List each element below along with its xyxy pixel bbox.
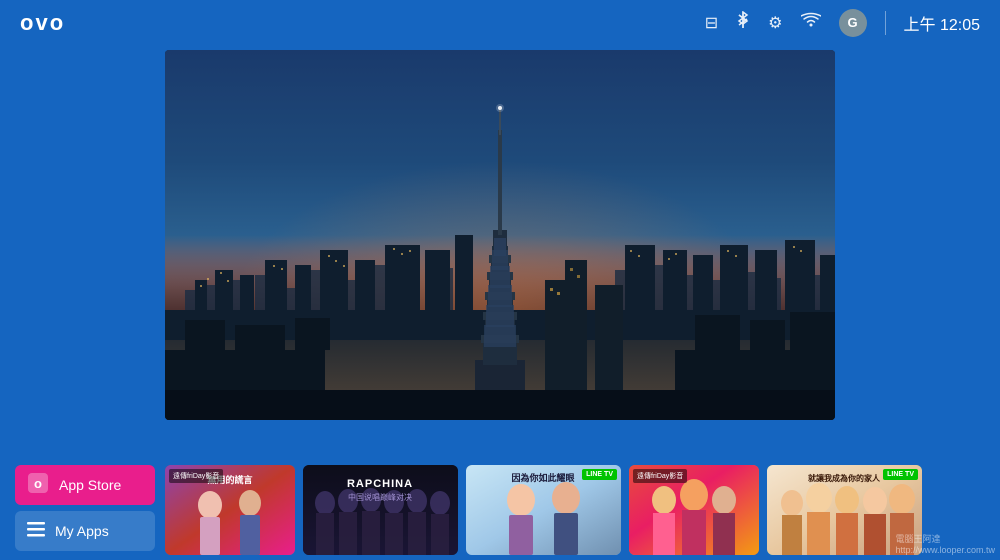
divider	[885, 11, 886, 35]
thumbnail-4[interactable]: 遠傳friDay影音	[629, 465, 759, 555]
thumbnail-1[interactable]: 無用的謊言 遠傳friDay影音	[165, 465, 295, 555]
thumbnail-3[interactable]: 因為你如此耀眼 LINE TV	[466, 465, 621, 555]
svg-text:o: o	[34, 476, 42, 491]
my-apps-button[interactable]: My Apps	[15, 511, 155, 551]
linetv-badge-5: LINE TV	[883, 469, 918, 480]
wifi-icon[interactable]	[801, 12, 821, 33]
user-avatar[interactable]: G	[839, 9, 867, 37]
bottom-bar: o App Store My Apps	[0, 460, 1000, 560]
video-frame	[165, 50, 835, 420]
ovo-logo: ovo	[20, 10, 65, 36]
bluetooth-icon[interactable]	[736, 11, 750, 34]
friday-badge-4: 遠傳friDay影音	[633, 469, 687, 483]
top-bar: ovo ⊟ ⚙ G 上午 12:05	[0, 0, 1000, 45]
main-video-player[interactable]	[165, 50, 835, 420]
svg-text:RAPCHINA: RAPCHINA	[347, 478, 413, 490]
hdmi-icon[interactable]: ⊟	[705, 13, 718, 33]
watermark: 電腦王阿達 http://www.looper.com.tw	[895, 532, 995, 555]
my-apps-icon	[27, 520, 45, 543]
svg-text:就讓我成為你的家人: 就讓我成為你的家人	[808, 473, 881, 483]
linetv-badge-3: LINE TV	[582, 469, 617, 480]
settings-icon[interactable]: ⚙	[768, 13, 782, 33]
content-thumbnails: 無用的謊言 遠傳friDay影音	[165, 465, 985, 555]
left-menu: o App Store My Apps	[15, 465, 155, 555]
svg-text:因為你如此耀眼: 因為你如此耀眼	[511, 472, 574, 483]
top-right-controls: ⊟ ⚙ G 上午 12:05	[705, 9, 980, 37]
app-store-label: App Store	[59, 477, 121, 493]
thumbnail-2[interactable]: RAPCHINA 中国说唱巅峰对决	[303, 465, 458, 555]
app-store-button[interactable]: o App Store	[15, 465, 155, 505]
my-apps-label: My Apps	[55, 523, 109, 539]
svg-text:中国说唱巅峰对决: 中国说唱巅峰对决	[348, 492, 412, 502]
friday-badge-1: 遠傳friDay影音	[169, 469, 223, 483]
time-display: 上午 12:05	[904, 11, 981, 35]
app-store-icon: o	[27, 472, 49, 499]
